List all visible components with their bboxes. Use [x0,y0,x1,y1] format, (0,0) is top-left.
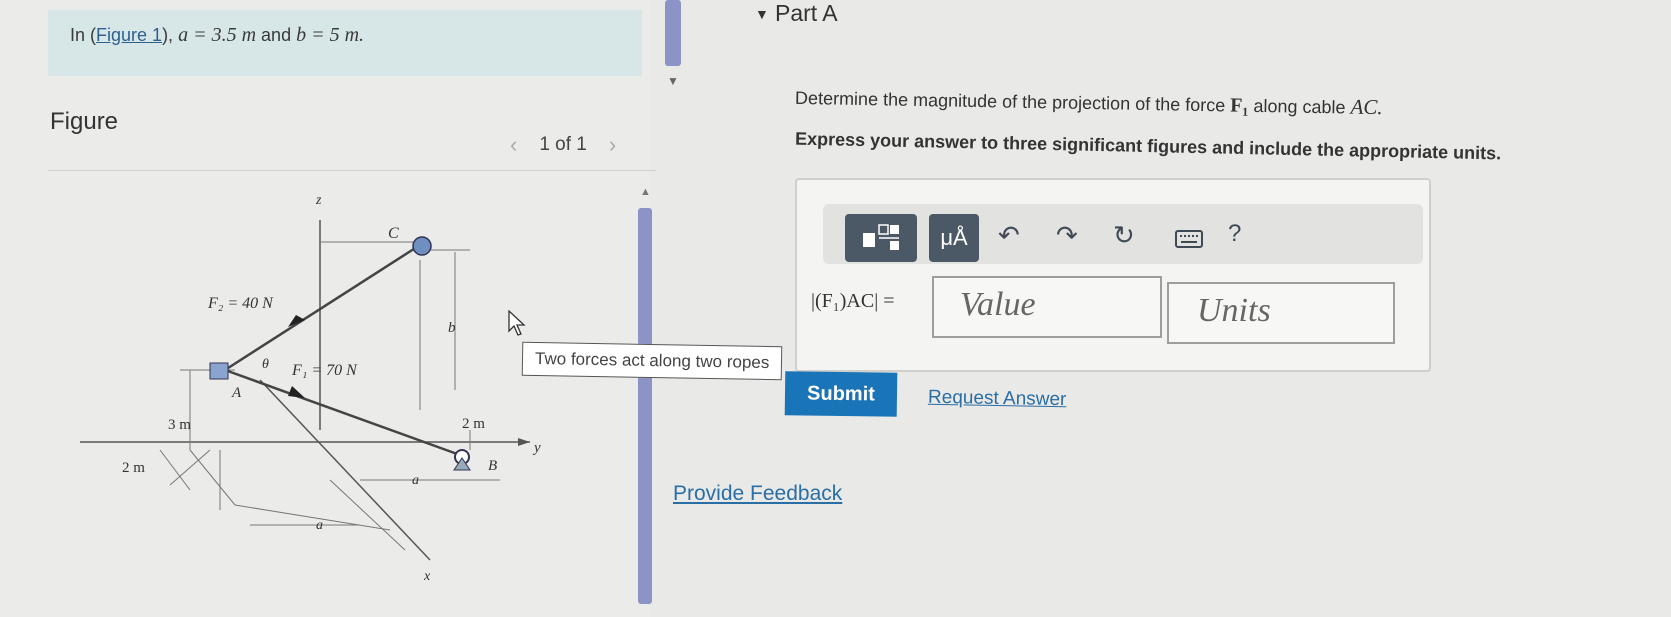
figure-diagram: z C F₂ = 40 N b θ F₁ = 70 N A 3 m 2 m 2 … [80,193,541,584]
b-value: b = 5 m. [296,24,365,46]
label-x: x [423,569,431,584]
y-axis-arrow [518,438,530,446]
support-a [209,362,229,380]
figure-scrollbar[interactable] [638,208,652,604]
units-input[interactable]: Units [1167,282,1395,344]
label-f1: F₁ = 70 N [291,362,358,379]
answer-label: |(F₁)AC| = [811,290,895,312]
problem-intro: In (Figure 1), a = 3.5 m and b = 5 m. [48,10,642,76]
instructions: Express your answer to three significant… [794,128,1502,164]
label-z: z [315,193,322,208]
submit-button[interactable]: Submit [784,371,898,417]
collapse-part-icon[interactable]: ▼ [755,6,769,22]
left-pane: In (Figure 1), a = 3.5 m and b = 5 m. Fi… [0,0,656,617]
answer-box: μÅ ↶ ↷ ↻ ? |(F₁)AC| = Value Units [795,178,1431,372]
label-3m: 3 m [168,417,191,433]
figure-scroll-up-icon[interactable]: ▲ [640,186,651,198]
right-pane: ▼ Part A Determine the magnitude of the … [673,0,1671,617]
question-prefix: Determine the magnitude of the projectio… [794,87,1226,116]
question-mid: along cable [1253,95,1346,118]
mouse-cursor-icon [508,310,526,336]
part-title: Part A [775,0,838,26]
label-a1: a [412,473,419,488]
pager-text: 1 of 1 [539,134,587,155]
figure-pager: ‹ 1 of 1 › [510,132,616,158]
divider [48,170,656,171]
label-b-point: B [488,458,497,474]
f1-arrowhead [288,386,305,398]
equation-toolbar: μÅ ↶ ↷ ↻ ? [823,204,1423,264]
scroll-down-icon[interactable]: ▼ [667,74,679,88]
question-cable: AC. [1350,94,1383,120]
a-value: a = 3.5 m [178,24,257,46]
undo-icon[interactable]: ↶ [998,220,1020,251]
reset-icon[interactable]: ↻ [1113,220,1135,251]
redo-icon[interactable]: ↷ [1056,220,1078,251]
question-text: Determine the magnitude of the projectio… [795,85,1383,120]
help-icon[interactable]: ? [1228,220,1241,248]
left-pane-scrollbar[interactable] [665,0,681,66]
units-symbols-button[interactable]: μÅ [929,214,979,262]
label-2m-right: 2 m [462,416,485,432]
x-axis-line [259,379,431,561]
label-2m-left: 2 m [122,460,145,476]
templates-button[interactable] [845,214,917,262]
value-input[interactable]: Value [932,276,1162,338]
label-y: y [532,440,541,456]
label-b: b [448,320,456,336]
provide-feedback-link[interactable]: Provide Feedback [673,482,842,506]
label-c: C [388,225,399,242]
support-c [412,236,432,256]
fraction-template-icon [863,224,899,250]
intro-and: and [261,25,292,45]
intro-suffix: ), [162,25,174,45]
intro-text: In (Figure 1), a = 3.5 m and b = 5 m. [70,24,364,47]
intro-prefix: In ( [70,25,97,45]
label-a2: a [316,518,323,533]
prev-figure-button[interactable]: ‹ [510,132,517,158]
label-f2: F₂ = 40 N [207,295,274,312]
figure-link[interactable]: Figure 1 [96,25,162,45]
request-answer-link[interactable]: Request Answer [928,387,1067,411]
next-figure-button[interactable]: › [609,132,616,158]
label-theta: θ [262,357,269,372]
question-force: F₁ [1230,94,1249,117]
figure-heading: Figure [50,108,119,135]
label-a: A [231,385,242,401]
keyboard-icon[interactable] [1175,230,1203,248]
